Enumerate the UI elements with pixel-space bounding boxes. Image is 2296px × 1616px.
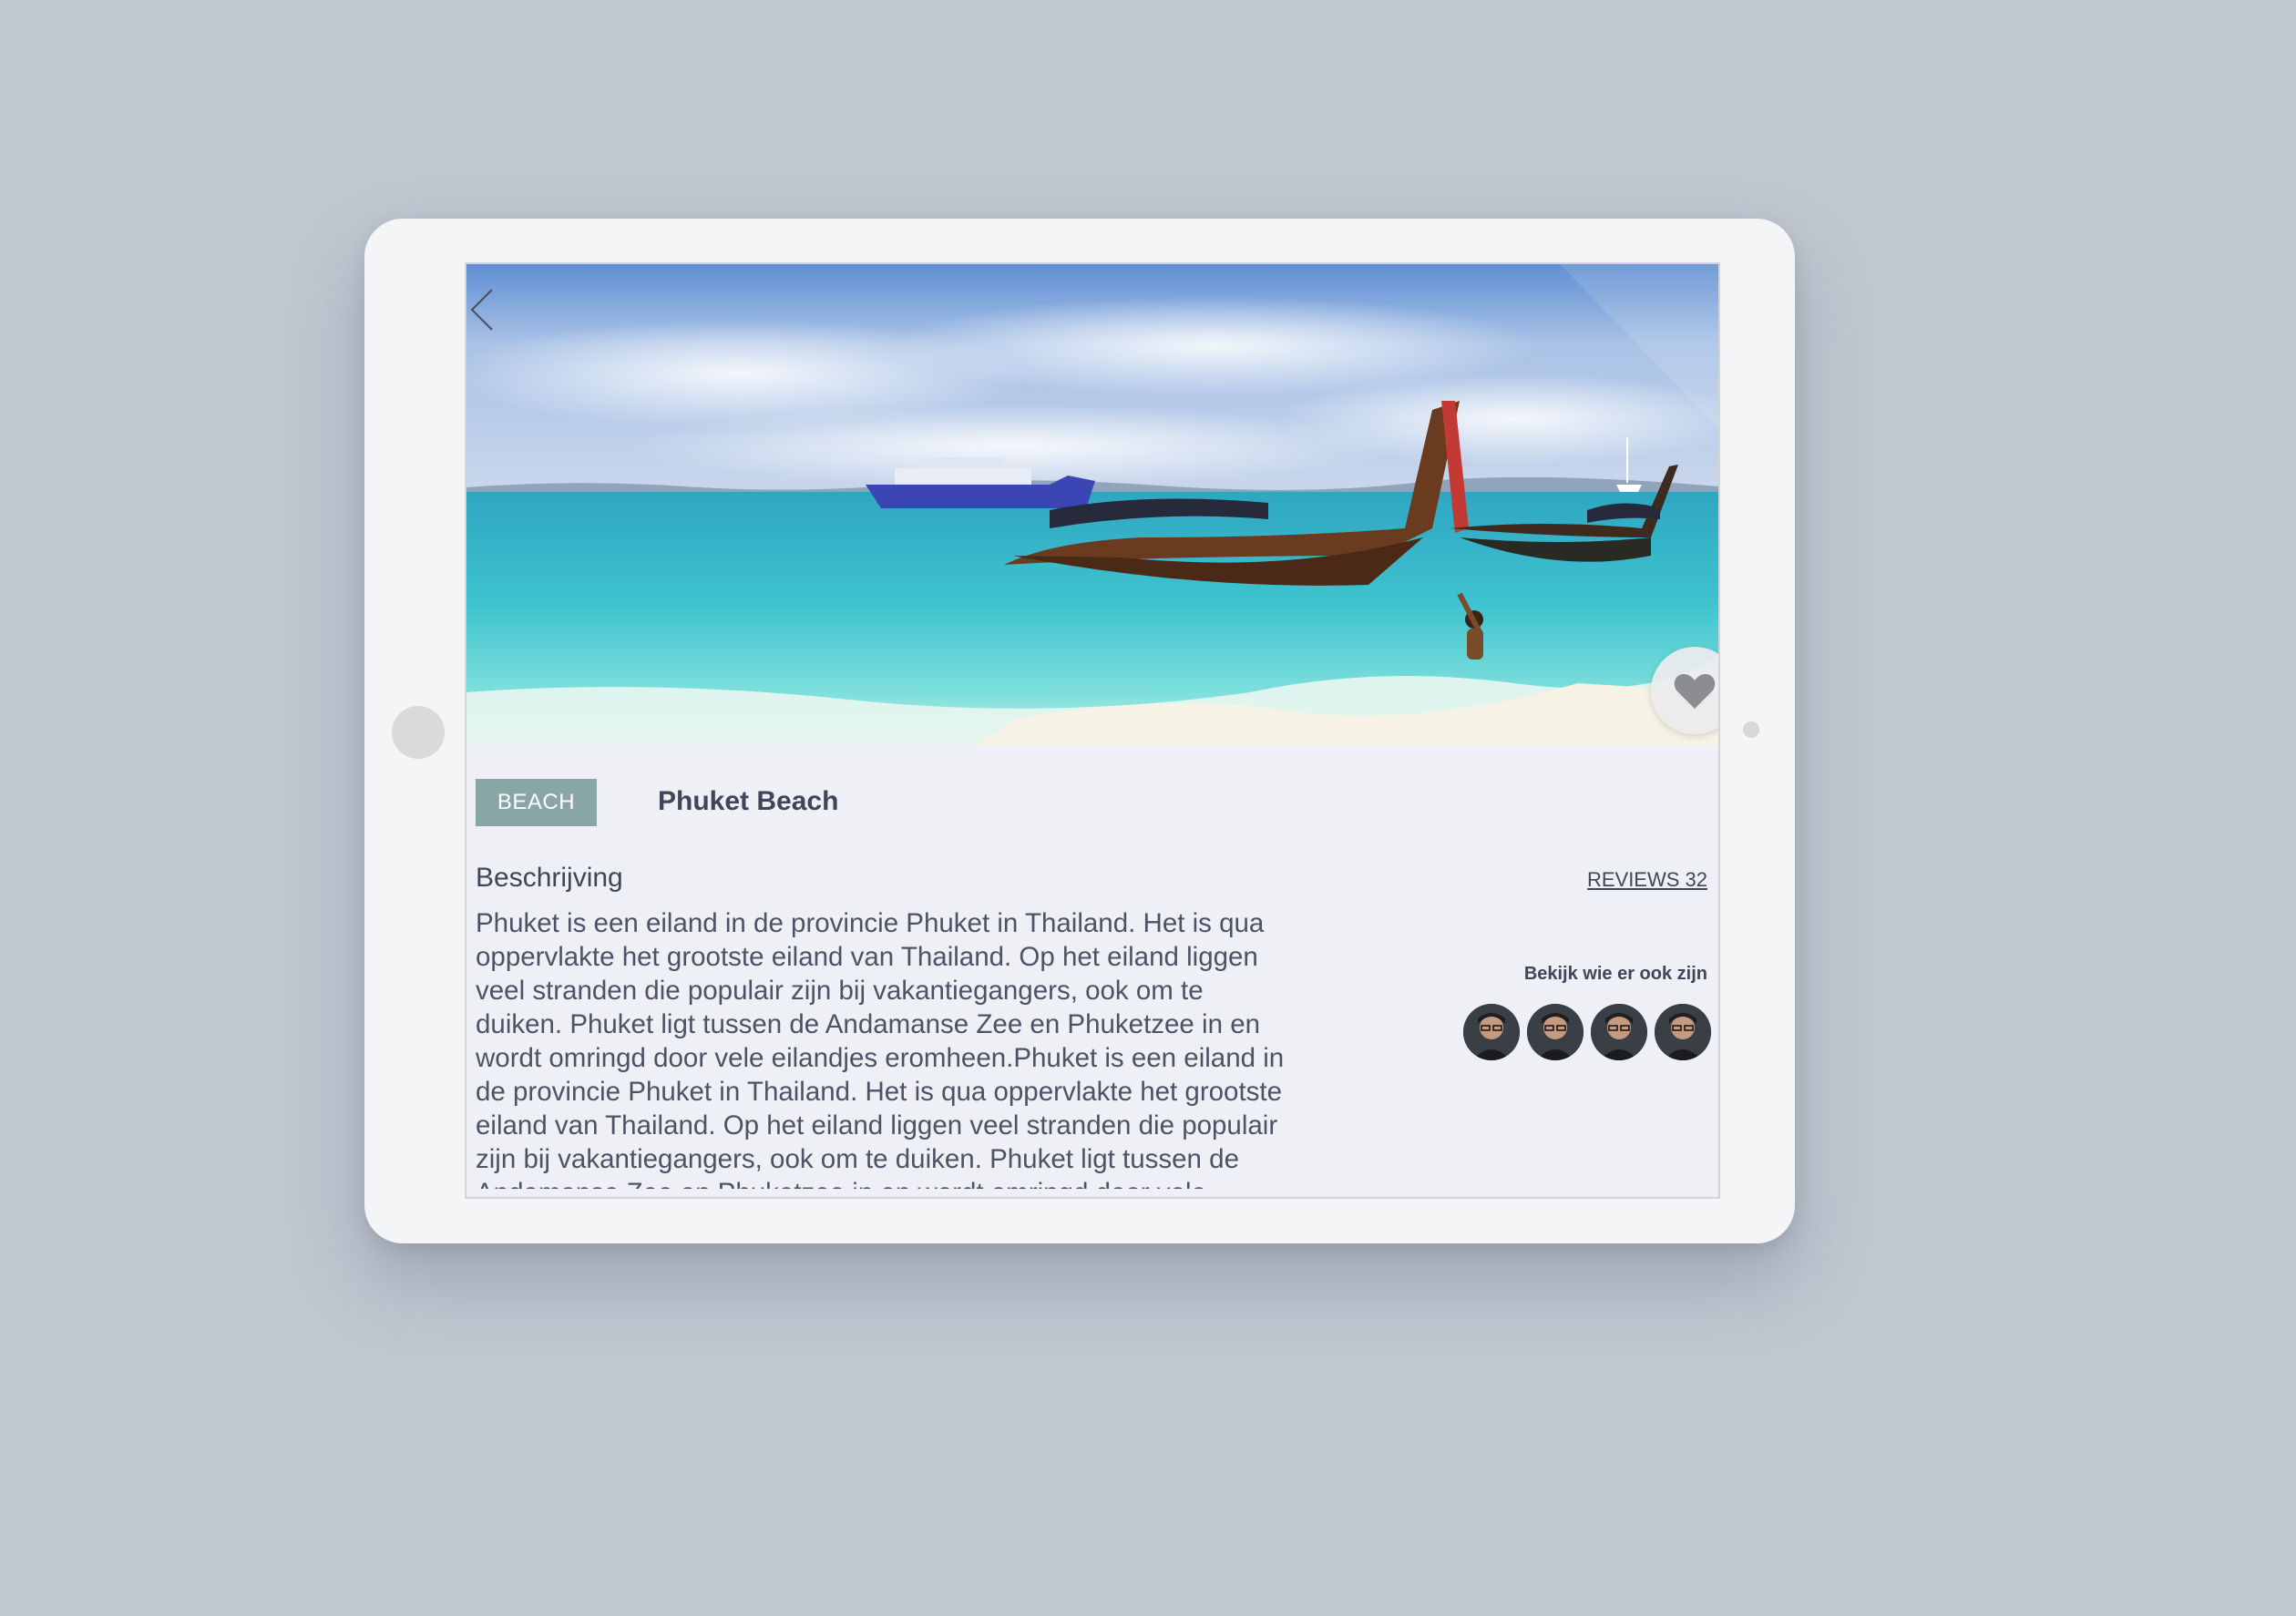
description-text: Phuket is een eiland in de provincie Phu… [476,908,1285,1189]
avatar[interactable] [1591,1004,1647,1060]
visitor-avatars [1463,1004,1711,1062]
reviews-link[interactable]: REVIEWS 32 [1587,865,1707,895]
home-button[interactable] [392,706,445,759]
place-title: Phuket Beach [658,786,839,816]
chevron-left-icon [470,289,493,331]
hero-image [466,264,1718,745]
visitors-label: Bekijk wie er ook zijn [1523,964,1707,984]
tablet-device: BEACH Phuket Beach Beschrijving REVIEWS … [364,219,1795,1243]
camera-dot [1743,721,1759,738]
app-screen: BEACH Phuket Beach Beschrijving REVIEWS … [465,262,1720,1199]
avatar[interactable] [1655,1004,1711,1060]
category-badge[interactable]: BEACH [476,779,597,826]
avatar[interactable] [1527,1004,1584,1060]
avatar[interactable] [1463,1004,1520,1060]
heart-icon [1674,674,1716,709]
back-button[interactable] [466,282,503,337]
beach-photo [466,264,1718,745]
description-heading: Beschrijving [476,863,623,893]
